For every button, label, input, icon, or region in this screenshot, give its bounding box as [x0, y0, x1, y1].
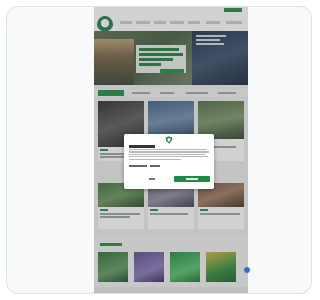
cookie-consent-dialog — [124, 134, 214, 189]
cookie-settings-link[interactable] — [129, 165, 147, 167]
decline-button[interactable] — [134, 176, 170, 182]
chat-bubble-icon[interactable] — [244, 267, 250, 273]
cookie-dialog-text — [129, 149, 209, 163]
decline-button-label — [149, 178, 155, 180]
club-crest-icon — [165, 136, 173, 144]
screenshot-card — [6, 6, 312, 294]
accept-button[interactable] — [174, 176, 210, 182]
cookie-policy-link[interactable] — [150, 165, 160, 167]
accept-button-label — [186, 178, 198, 180]
cookie-dialog-title — [129, 145, 155, 148]
